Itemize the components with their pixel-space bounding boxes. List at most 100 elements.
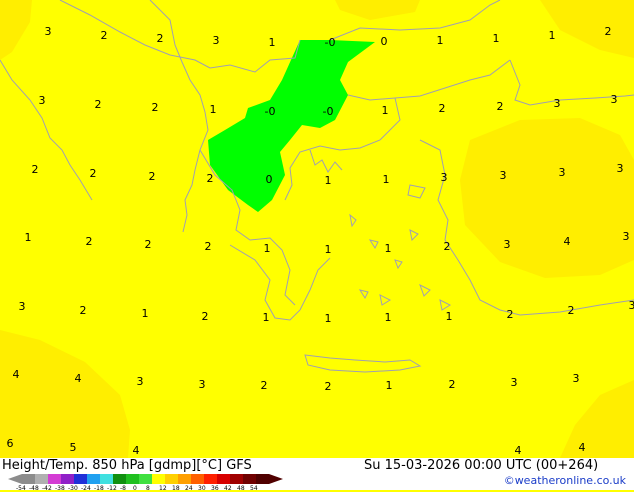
scale-label: 30	[198, 485, 206, 492]
temperature-label: 0	[381, 35, 388, 48]
temperature-label: 4	[13, 368, 20, 381]
temperature-label: 3	[137, 375, 144, 388]
temperature-label: 1	[264, 242, 271, 255]
scale-swatch	[152, 474, 165, 484]
temperature-label: 4	[515, 444, 522, 457]
scale-swatch	[204, 474, 217, 484]
temperature-label: 1	[142, 307, 149, 320]
temperature-label: 2	[95, 98, 102, 111]
scale-swatch	[165, 474, 178, 484]
temperature-label: 2	[261, 379, 268, 392]
scale-swatch	[61, 474, 74, 484]
temperature-label: 1	[385, 311, 392, 324]
temperature-label: 4	[579, 441, 586, 454]
scale-label: -48	[29, 485, 39, 492]
scale-label: 48	[237, 485, 245, 492]
temperature-label: 2	[145, 238, 152, 251]
temperature-label: 1	[325, 243, 332, 256]
scale-label: -12	[107, 485, 117, 492]
temperature-label: 3	[554, 97, 561, 110]
temperature-label: 2	[80, 304, 87, 317]
temperature-label: 1	[325, 312, 332, 325]
temperature-label: 1	[383, 173, 390, 186]
forecast-datetime: Su 15-03-2026 00:00 UTC (00+264)	[364, 458, 598, 473]
temperature-label: 3	[19, 300, 26, 313]
temperature-label: 2	[444, 240, 451, 253]
temperature-label: 1	[325, 174, 332, 187]
temperature-label: 2	[86, 235, 93, 248]
scale-swatch	[217, 474, 230, 484]
temperature-label: 1	[382, 104, 389, 117]
temperature-label: 1	[549, 29, 556, 42]
temperature-label: 2	[149, 170, 156, 183]
scale-swatch	[48, 474, 61, 484]
temperature-label: -0	[265, 105, 276, 118]
scale-label: 12	[159, 485, 167, 492]
weather-map: 32231-0011123221-0-012233222201133331222…	[0, 0, 634, 458]
temperature-label: 3	[45, 25, 52, 38]
scale-label: 0	[133, 485, 137, 492]
temperature-label: 3	[573, 372, 580, 385]
scale-label: 42	[224, 485, 232, 492]
temperature-label: 1	[493, 32, 500, 45]
map-title: Height/Temp. 850 hPa [gdmp][°C] GFS	[2, 458, 252, 473]
temperature-label: 2	[497, 100, 504, 113]
temperature-label: 3	[199, 378, 206, 391]
temperature-label: 4	[564, 235, 571, 248]
scale-swatch	[139, 474, 152, 484]
temperature-label: 2	[205, 240, 212, 253]
scale-swatch	[191, 474, 204, 484]
temperature-label: 3	[629, 299, 634, 312]
temperature-label: 3	[611, 93, 618, 106]
scale-label: 36	[211, 485, 219, 492]
scale-label: 18	[172, 485, 180, 492]
scale-label: -38	[55, 485, 65, 492]
temperature-label: 2	[207, 172, 214, 185]
temperature-label: 2	[157, 32, 164, 45]
scale-label: -42	[42, 485, 52, 492]
scale-label: -8	[120, 485, 126, 492]
temperature-label: 3	[441, 171, 448, 184]
credit-link[interactable]: ©weatheronline.co.uk	[504, 474, 626, 487]
scale-label: 24	[185, 485, 193, 492]
temperature-label: 1	[437, 34, 444, 47]
temperature-label: 1	[263, 311, 270, 324]
temperature-label: 3	[504, 238, 511, 251]
scale-swatch	[87, 474, 100, 484]
temperature-label: 3	[39, 94, 46, 107]
scale-label: -24	[81, 485, 91, 492]
scale-label: 8	[146, 485, 150, 492]
scale-swatch	[126, 474, 139, 484]
scale-arrow-right	[269, 474, 283, 484]
temperature-label: 3	[213, 34, 220, 47]
temperature-label: 2	[90, 167, 97, 180]
temperature-label: 2	[202, 310, 209, 323]
temperature-label: 2	[507, 308, 514, 321]
temperature-label: 1	[25, 231, 32, 244]
temperature-label: 3	[617, 162, 624, 175]
temperature-label: 3	[623, 230, 630, 243]
scale-swatch	[22, 474, 35, 484]
map-footer: Height/Temp. 850 hPa [gdmp][°C] GFS Su 1…	[0, 458, 634, 490]
temperature-label: 1	[386, 379, 393, 392]
color-scale-bar	[0, 472, 300, 486]
temperature-label: 3	[500, 169, 507, 182]
scale-swatch	[100, 474, 113, 484]
temperature-label: 2	[439, 102, 446, 115]
temperature-label: 2	[605, 25, 612, 38]
temperature-label: 4	[133, 444, 140, 457]
scale-swatch	[243, 474, 256, 484]
temperature-label: 1	[446, 310, 453, 323]
scale-label: 54	[250, 485, 258, 492]
temperature-label: 2	[101, 29, 108, 42]
temperature-label: 3	[511, 376, 518, 389]
scale-swatch	[256, 474, 269, 484]
scale-swatch	[35, 474, 48, 484]
temperature-label: 2	[449, 378, 456, 391]
temperature-label: 1	[269, 36, 276, 49]
scale-label: -30	[68, 485, 78, 492]
temperature-label: 2	[568, 304, 575, 317]
temperature-label: 3	[559, 166, 566, 179]
temperature-label: 1	[210, 103, 217, 116]
temperature-label: 4	[75, 372, 82, 385]
